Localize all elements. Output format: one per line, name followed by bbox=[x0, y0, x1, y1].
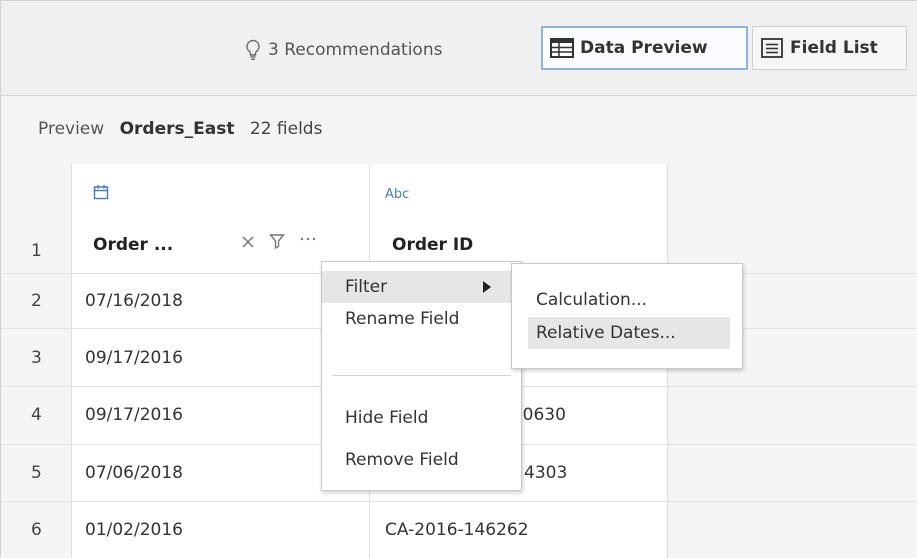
menu-item-remove-field[interactable]: Remove Field bbox=[322, 444, 521, 476]
column-context-menu: Filter Rename Field Hide Field Remove Fi… bbox=[321, 261, 522, 491]
cell-order-date: 01/02/2016 bbox=[85, 520, 183, 540]
data-preview-button[interactable]: Data Preview bbox=[541, 26, 748, 70]
source-name: Orders_East bbox=[119, 119, 235, 139]
menu-item-filter[interactable]: Filter bbox=[322, 271, 521, 303]
toolbar: 3 Recommendations Data Preview Field Lis… bbox=[1, 1, 917, 96]
column-header-order-date[interactable]: Order ... bbox=[93, 235, 173, 255]
cell-order-date: 09/17/2016 bbox=[85, 348, 183, 368]
menu-item-label: Filter bbox=[345, 277, 388, 297]
column-header-order-id[interactable]: Order ID bbox=[392, 235, 473, 255]
menu-item-label: Rename Field bbox=[345, 309, 460, 329]
menu-item-label: Hide Field bbox=[345, 408, 429, 428]
menu-separator bbox=[332, 375, 511, 376]
string-type-icon: Abc bbox=[385, 187, 410, 202]
cell-order-date: 07/06/2018 bbox=[85, 463, 183, 483]
calendar-icon bbox=[93, 185, 109, 200]
field-list-label: Field List bbox=[790, 38, 878, 58]
row-number: 2 bbox=[31, 291, 42, 311]
cell-order-id: CA-2016-146262 bbox=[385, 520, 529, 540]
field-list-button[interactable]: Field List bbox=[752, 26, 907, 70]
row-number: 4 bbox=[31, 405, 42, 425]
row-number: 6 bbox=[31, 520, 42, 540]
cell-order-id: )0630 bbox=[516, 405, 566, 425]
menu-item-hide-field[interactable]: Hide Field bbox=[322, 402, 521, 434]
menu-item-calculation[interactable]: Calculation... bbox=[512, 284, 742, 316]
lightbulb-icon bbox=[246, 39, 260, 60]
data-preview-label: Data Preview bbox=[580, 38, 708, 58]
cell-order-id: 4303 bbox=[524, 463, 568, 483]
filter-icon[interactable] bbox=[269, 233, 285, 254]
row-number: 3 bbox=[31, 348, 42, 368]
more-options-icon[interactable] bbox=[299, 233, 317, 254]
submenu-arrow-icon bbox=[483, 281, 491, 293]
row-number: 5 bbox=[31, 463, 42, 483]
cell-order-date: 09/17/2016 bbox=[85, 405, 183, 425]
filter-submenu: Calculation... Relative Dates... bbox=[511, 263, 743, 369]
preview-label: Preview bbox=[38, 119, 105, 139]
row-number: 1 bbox=[31, 241, 42, 261]
field-count: 22 fields bbox=[249, 119, 323, 139]
recommendations-label: 3 Recommendations bbox=[268, 40, 443, 60]
column-header-actions bbox=[241, 233, 317, 254]
preview-header: Preview Orders_East 22 fields bbox=[38, 119, 322, 139]
app-frame: 3 Recommendations Data Preview Field Lis… bbox=[0, 0, 917, 558]
recommendations-button[interactable]: 3 Recommendations bbox=[244, 37, 442, 63]
menu-item-label: Remove Field bbox=[345, 450, 459, 470]
menu-item-label: Calculation... bbox=[536, 290, 648, 310]
menu-item-rename-field[interactable]: Rename Field bbox=[322, 303, 521, 335]
list-icon bbox=[761, 38, 783, 58]
close-icon[interactable] bbox=[241, 233, 255, 254]
row-divider bbox=[1, 501, 917, 502]
cell-order-date: 07/16/2018 bbox=[85, 291, 183, 311]
menu-item-relative-dates[interactable]: Relative Dates... bbox=[528, 317, 730, 349]
menu-item-label: Relative Dates... bbox=[536, 323, 676, 343]
table-icon bbox=[550, 38, 574, 58]
